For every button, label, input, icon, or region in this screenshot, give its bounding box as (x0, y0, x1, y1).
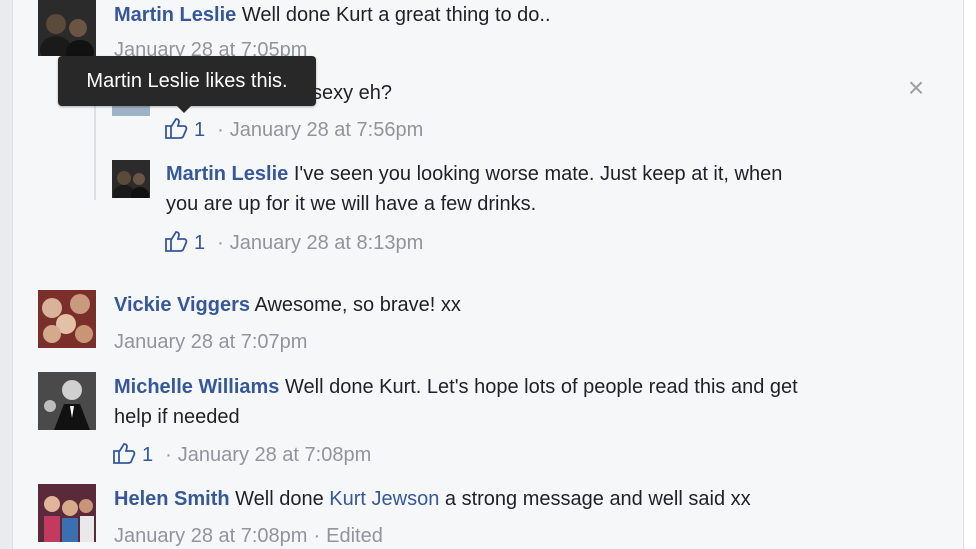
comment-text: Awesome, so brave! xx (254, 294, 461, 316)
comment-text: Well done Kurt a great thing to do.. (241, 4, 551, 26)
left-border (0, 0, 13, 549)
comment-timestamp[interactable]: January 28 at 7:56pm (230, 119, 423, 141)
comment-text-line2: you are up for it we will have a few dri… (166, 193, 537, 215)
comment-author[interactable]: Vickie Viggers (114, 294, 250, 316)
comment-text-line2: help if needed (114, 406, 240, 428)
likes-tooltip: Martin Leslie likes this. (58, 56, 316, 106)
like-count[interactable]: 1 (194, 119, 205, 141)
like-icon[interactable] (112, 442, 136, 470)
comment-author[interactable]: Martin Leslie (166, 163, 288, 185)
comment-text: Well done Kurt. Let's hope lots of peopl… (285, 376, 798, 398)
avatar[interactable] (38, 372, 96, 430)
avatar-photo (38, 290, 96, 348)
avatar[interactable] (38, 484, 96, 542)
avatar[interactable] (38, 0, 96, 56)
close-icon[interactable]: × (902, 74, 930, 102)
comment-timestamp[interactable]: January 28 at 7:08pm (114, 525, 307, 547)
comment-timestamp[interactable]: January 28 at 8:13pm (230, 232, 423, 254)
comment-author[interactable]: Michelle Williams (114, 376, 279, 398)
comment-author[interactable]: Helen Smith (114, 488, 230, 510)
comment-text-prefix: Well done (235, 488, 324, 510)
avatar-photo (38, 372, 96, 430)
like-icon[interactable] (164, 230, 188, 258)
comment-author[interactable]: Martin Leslie (114, 4, 236, 26)
avatar-photo (38, 484, 96, 542)
like-icon[interactable] (164, 117, 188, 145)
like-count[interactable]: 1 (194, 232, 205, 254)
avatar-photo (38, 0, 96, 56)
avatar[interactable] (38, 290, 96, 348)
mention-link[interactable]: Kurt Jewson (329, 488, 439, 510)
avatar-photo (112, 160, 150, 198)
like-count[interactable]: 1 (142, 444, 153, 466)
reply-thread-line (94, 94, 96, 200)
comment-text-suffix: a strong message and well said xx (444, 488, 751, 510)
comment-timestamp[interactable]: January 28 at 7:07pm (114, 331, 307, 353)
tooltip-arrow (176, 105, 192, 113)
edited-label[interactable]: Edited (326, 525, 383, 547)
avatar[interactable] (112, 160, 150, 198)
right-border (963, 0, 976, 549)
comment-text: I've seen you looking worse mate. Just k… (293, 163, 783, 185)
comment-text: sexy eh? (312, 82, 393, 104)
comment-timestamp[interactable]: January 28 at 7:08pm (178, 444, 371, 466)
